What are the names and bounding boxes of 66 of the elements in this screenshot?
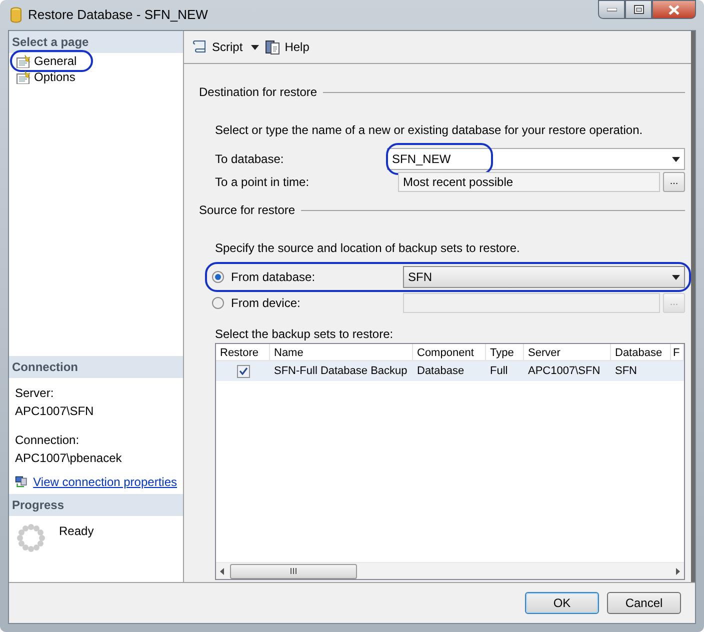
database-combo-field[interactable]: SFN_NEW	[387, 148, 685, 170]
scroll-left-icon	[220, 568, 224, 574]
page-icon	[16, 70, 30, 84]
horizontal-scrollbar[interactable]	[216, 562, 684, 579]
maximize-button[interactable]	[625, 0, 652, 19]
column-header[interactable]: Name	[270, 344, 413, 360]
help-icon	[264, 39, 281, 55]
page-item[interactable]: Options	[12, 69, 82, 85]
dialog-button[interactable]: Cancel	[607, 592, 681, 614]
page-icon	[16, 54, 30, 68]
column-header[interactable]: Restore	[216, 344, 270, 360]
column-header[interactable]: Component	[413, 344, 486, 360]
server-label: Server:	[15, 385, 55, 402]
table-cell-text: SFN	[614, 364, 638, 379]
column-header[interactable]: Type	[486, 344, 524, 360]
column-header[interactable]: F	[671, 344, 684, 360]
field-label: To database:	[215, 151, 285, 168]
computers-icon	[15, 474, 28, 490]
toolbar-button[interactable]: Script	[192, 38, 259, 56]
close-icon	[668, 4, 680, 14]
scroll-icon	[192, 39, 208, 55]
instruction-text: Specify the source and location of backup sets to restore.	[215, 240, 521, 257]
connection-properties-link[interactable]: View connection properties	[33, 473, 177, 491]
grid-row[interactable]: SFN-Full Database Backup Database Full APC1007\SFN SFN	[216, 361, 684, 381]
connection-label: Connection:	[15, 432, 80, 449]
section-header: Select a page	[9, 31, 183, 53]
section-header: Progress	[9, 494, 183, 516]
database-icon	[10, 7, 22, 23]
scroll-right-icon	[676, 568, 680, 574]
restore-checkbox[interactable]	[236, 364, 250, 378]
point-in-time-field: Most recent possible	[398, 172, 660, 192]
browse-button[interactable]: ...	[663, 172, 685, 192]
spinner-icon	[15, 522, 47, 554]
connection-value: APC1007\pbenacek	[15, 450, 123, 467]
dropdown-arrow-icon	[672, 274, 680, 280]
toolbar-button[interactable]: Help	[264, 38, 310, 56]
instruction-text: Select or type the name of a new or existing database for your restore operation.	[215, 122, 644, 139]
caret-icon	[250, 44, 259, 50]
group-legend: Destination for restore	[199, 83, 318, 101]
dropdown-arrow-icon	[672, 156, 680, 162]
minimize-icon	[606, 8, 616, 12]
radio-button[interactable]	[212, 271, 224, 283]
grip-icon	[290, 568, 297, 574]
window-title: Restore Database - SFN_NEW	[28, 6, 208, 24]
column-header[interactable]: Server	[524, 344, 611, 360]
field-label: To a point in time:	[215, 174, 310, 191]
radio-button[interactable]	[212, 297, 224, 309]
minimize-button[interactable]	[598, 0, 625, 19]
server-value: APC1007\SFN	[15, 403, 95, 420]
radio-label: From database:	[231, 269, 316, 286]
table-cell-text: Full	[489, 364, 509, 379]
group-legend: Source for restore	[199, 201, 296, 219]
progress-status: Ready	[59, 523, 94, 540]
table-cell-text: SFN-Full Database Backup	[273, 364, 408, 379]
table-cell-text: APC1007\SFN	[527, 364, 602, 379]
maximize-icon	[634, 5, 644, 14]
source-database-combo[interactable]: SFN	[403, 266, 685, 288]
grid-label: Select the backup sets to restore:	[215, 326, 394, 343]
dialog-button[interactable]: OK	[525, 592, 599, 614]
column-header[interactable]: Database	[611, 344, 671, 360]
section-header: Connection	[9, 356, 183, 378]
table-cell-text: Database	[416, 364, 466, 379]
page-item[interactable]: General	[12, 53, 83, 69]
radio-label: From device:	[231, 295, 302, 312]
close-button[interactable]	[652, 0, 696, 19]
checkmark-icon	[238, 367, 248, 375]
